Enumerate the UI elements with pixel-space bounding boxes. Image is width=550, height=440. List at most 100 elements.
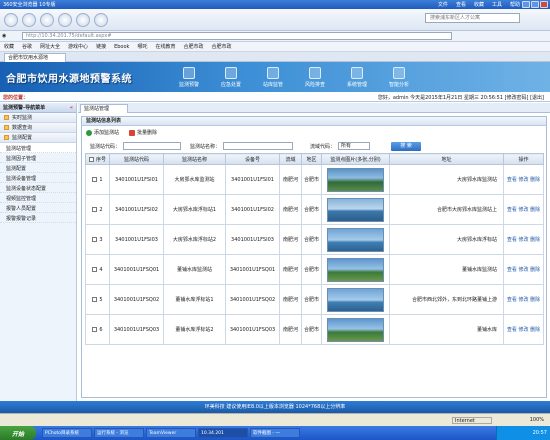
refresh-icon[interactable] (58, 12, 72, 27)
select-all-checkbox[interactable] (88, 156, 94, 162)
row-number: 3 (99, 236, 103, 243)
row-checkbox[interactable] (92, 296, 98, 302)
menu-help[interactable]: 帮助 (510, 1, 520, 8)
row-checkbox[interactable] (92, 236, 98, 242)
sidebar-item-device-status[interactable]: 监测设备状态配置 (0, 183, 76, 193)
fav-item[interactable]: 合肥市政 (183, 43, 203, 50)
fav-item[interactable]: 在线教育 (155, 43, 175, 50)
sidebar-item-factor-mgmt[interactable]: 监测因子管理 (0, 153, 76, 163)
analysis-icon (393, 67, 405, 79)
folder-icon (4, 125, 9, 130)
batch-delete-button[interactable]: 批量删除 (129, 129, 157, 136)
sidebar-item-alarm-staff[interactable]: 报警人员配置 (0, 203, 76, 213)
station-photo[interactable] (327, 227, 384, 252)
cell-ops[interactable]: 查看 修改 删除 (503, 164, 544, 195)
menu-view[interactable]: 查看 (456, 1, 466, 8)
taskbar-item[interactable]: 运行系统 - 浏览 (94, 428, 144, 438)
cell-ops[interactable]: 查看 修改 删除 (503, 194, 544, 225)
station-photo[interactable] (327, 167, 384, 192)
cell-address: 董铺水库 (389, 314, 504, 345)
fav-item[interactable]: 合肥市政 (211, 43, 231, 50)
station-photo[interactable] (327, 317, 384, 342)
cell-basin: 南肥河 (279, 284, 302, 315)
taskbar-item[interactable]: PChoto目录系统 (42, 428, 92, 438)
back-icon[interactable] (4, 12, 18, 27)
sidebar-item-video-mgmt[interactable]: 视频监控管理 (0, 193, 76, 203)
row-checkbox[interactable] (92, 176, 98, 182)
stop-icon[interactable] (40, 12, 54, 27)
station-photo[interactable] (327, 287, 384, 312)
menu-favorites[interactable]: 收藏 (474, 1, 484, 8)
maximize-button[interactable] (531, 1, 539, 8)
start-button[interactable]: 开始 (0, 426, 36, 440)
taskbar-item[interactable]: 10.34.201 (198, 428, 248, 438)
home-icon[interactable] (76, 12, 90, 27)
table-row[interactable]: 2 3401001U1FSI02 大房郢水库浮标站1 3401001U1FSI0… (85, 194, 544, 225)
sidebar-item-monitor-config[interactable]: 监测配置 (0, 163, 76, 173)
browser-search-input[interactable]: 搜索浦东新区人才公寓 (425, 13, 520, 23)
nav-smart-analysis[interactable]: 智能分析 (380, 65, 418, 90)
sidebar-item-device-mgmt[interactable]: 监测设备管理 (0, 173, 76, 183)
station-name-input[interactable] (223, 142, 294, 150)
station-photo[interactable] (327, 197, 384, 222)
cell-device: 3401001U1FSI02 (225, 194, 280, 225)
nav-emergency[interactable]: 应急处置 (212, 65, 250, 90)
row-checkbox[interactable] (92, 326, 98, 332)
sidebar-item-alarm-records[interactable]: 报警报警记录 (0, 213, 76, 223)
menu-file[interactable]: 文件 (438, 1, 448, 8)
browser-title-bar: 360安全浏览器 10专版 文件 查看 收藏 工具 帮助 (0, 0, 550, 9)
cell-area: 合肥市 (301, 224, 322, 255)
row-checkbox[interactable] (92, 266, 98, 272)
nav-monitor-alert[interactable]: 监测预警 (170, 65, 208, 90)
cell-ops[interactable]: 查看 修改 删除 (503, 314, 544, 345)
station-code-input[interactable] (123, 142, 182, 150)
close-button[interactable] (540, 1, 548, 8)
sidebar-group-realtime[interactable]: 实时监测 (0, 113, 76, 123)
tab-station-mgmt[interactable]: 监测站管理 (80, 104, 128, 113)
table-row[interactable]: 6 3401001U1FSQ03 董铺水库浮标站2 3401001U1FSQ03… (85, 314, 544, 345)
minimize-button[interactable] (522, 1, 530, 8)
browser-tab[interactable]: 合肥市饮用水源地 (4, 53, 66, 62)
cell-address: 合肥市西北郊外，东到北环路董铺上游 (389, 284, 504, 315)
nav-risk-check[interactable]: 风险排查 (296, 65, 334, 90)
taskbar-item[interactable]: 软件截图 - 一 (250, 428, 300, 438)
station-photo[interactable] (327, 257, 384, 282)
folder-icon (4, 115, 9, 120)
url-input[interactable]: http://10.34.201.75/default.aspx# (22, 32, 452, 40)
zoom-level[interactable]: 100% (530, 417, 544, 423)
fav-item[interactable]: 哪吒 (137, 43, 147, 50)
sidebar-group-config[interactable]: 监测配置 (0, 133, 76, 143)
collapse-icon[interactable]: « (70, 105, 73, 111)
cell-address: 大房郢水库监测站 (389, 164, 504, 195)
taskbar: 开始 PChoto目录系统 运行系统 - 浏览 TeamViewer 10.34… (0, 426, 550, 440)
search-button[interactable]: 搜 索 (391, 141, 422, 151)
add-station-button[interactable]: 添加监测站 (86, 129, 119, 136)
sidebar-group-query[interactable]: 数据查询 (0, 123, 76, 133)
table-row[interactable]: 3 3401001U1FSI03 大房郢水库浮标站2 3401001U1FSI0… (85, 224, 544, 255)
fav-item[interactable]: 链接 (96, 43, 106, 50)
cell-ops[interactable]: 查看 修改 删除 (503, 224, 544, 255)
table-row[interactable]: 5 3401001U1FSQ02 董铺水库浮标站1 3401001U1FSQ02… (85, 284, 544, 315)
table-row[interactable]: 4 3401001U1FSQ01 董铺水库监测站 3401001U1FSQ01 … (85, 254, 544, 285)
cell-index: 5 (85, 284, 110, 315)
menu-tools[interactable]: 工具 (492, 1, 502, 8)
taskbar-item[interactable]: TeamViewer (146, 428, 196, 438)
cell-code: 3401001U1FSQ02 (109, 284, 164, 315)
table-row[interactable]: 1 3401001U1FSI01 大房郢水库监测站 3401001U1FSI01… (85, 164, 544, 195)
undo-icon[interactable] (94, 12, 108, 27)
fav-item[interactable]: 谷歌 (22, 43, 32, 50)
row-checkbox[interactable] (92, 206, 98, 212)
forward-icon[interactable] (22, 12, 36, 27)
cell-ops[interactable]: 查看 修改 删除 (503, 284, 544, 315)
fav-item[interactable]: 网址大全 (40, 43, 60, 50)
fav-item[interactable]: 游戏中心 (68, 43, 88, 50)
nav-system-admin[interactable]: 系统管理 (338, 65, 376, 90)
basin-select[interactable]: 所有 (338, 142, 371, 150)
nav-station-supervision[interactable]: 站库监管 (254, 65, 292, 90)
sidebar-item-station-mgmt[interactable]: 监测站管理 (0, 143, 76, 153)
fav-item[interactable]: Ebook (114, 44, 129, 50)
header-basin: 流域 (279, 153, 302, 165)
top-nav: 监测预警 应急处置 站库监管 风险排查 系统管理 智能分析 (170, 65, 418, 90)
fav-item[interactable]: 收藏 (4, 43, 14, 50)
cell-ops[interactable]: 查看 修改 删除 (503, 254, 544, 285)
